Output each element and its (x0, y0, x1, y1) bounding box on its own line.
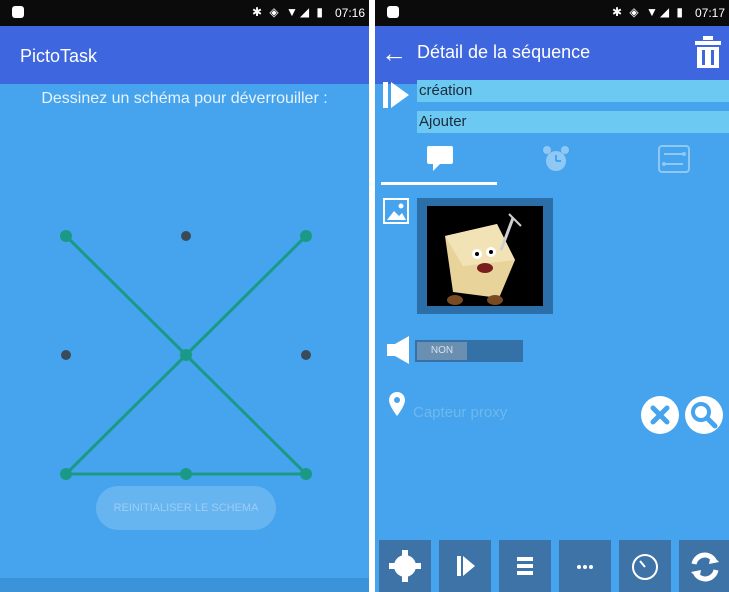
clear-button[interactable] (641, 396, 679, 434)
location-pin-icon (389, 392, 405, 416)
list-button[interactable] (499, 540, 551, 592)
app-bar: PictoTask (0, 26, 369, 84)
app-title: Détail de la séquence (417, 42, 591, 62)
pattern-segment (64, 353, 188, 476)
active-tab-indicator (381, 182, 497, 185)
play-sequence-icon (383, 82, 409, 108)
bottom-toolbar (375, 540, 729, 592)
back-arrow-icon[interactable]: ← (381, 38, 407, 68)
pattern-dot-2[interactable] (181, 231, 191, 241)
more-button[interactable] (559, 540, 611, 592)
pattern-dot-4[interactable] (61, 350, 71, 360)
lock-content: Dessinez un schéma pour déverrouiller : … (0, 84, 369, 592)
timer-icon (632, 554, 658, 580)
pattern-segment (64, 234, 188, 357)
status-bar: ✱ ◈ ▼◢ ▮ 07:16 (0, 0, 369, 26)
image-icon[interactable] (383, 198, 409, 224)
proxy-sensor-input[interactable]: Capteur proxy (413, 404, 507, 421)
speaker-icon (387, 336, 409, 364)
app-title: PictoTask (20, 46, 98, 66)
sound-toggle[interactable]: NON (415, 340, 523, 362)
bottom-strip (0, 578, 369, 592)
pattern-dot-3[interactable] (300, 230, 312, 242)
android-icon (12, 6, 24, 18)
settings-button[interactable] (379, 540, 431, 592)
sequence-picture[interactable] (417, 198, 553, 314)
pattern-dot-9[interactable] (300, 468, 312, 480)
trash-icon[interactable] (695, 36, 721, 70)
app-bar: ← Détail de la séquence (375, 26, 729, 84)
play-icon (457, 556, 475, 576)
pattern-dot-7[interactable] (60, 468, 72, 480)
status-icons: ✱ ◈ ▼◢ ▮ (612, 5, 685, 19)
add-field[interactable]: Ajouter (417, 111, 729, 133)
close-icon (650, 405, 670, 425)
search-icon (691, 402, 718, 429)
play-button[interactable] (439, 540, 491, 592)
android-icon (387, 6, 399, 18)
sequence-detail-screen: ✱ ◈ ▼◢ ▮ 07:17 ← Détail de la séquence c… (375, 0, 729, 592)
toggle-label: NON (417, 342, 467, 360)
pattern-dot-6[interactable] (301, 350, 311, 360)
status-bar: ✱ ◈ ▼◢ ▮ 07:17 (375, 0, 729, 26)
pattern-segment (184, 353, 308, 476)
sequence-name-field[interactable]: création (417, 80, 729, 102)
pattern-segment (184, 234, 308, 357)
cheese-with-fork-image (427, 206, 543, 306)
status-time: 07:17 (694, 6, 725, 20)
more-icon (577, 565, 593, 569)
status-icons: ✱ ◈ ▼◢ ▮ (252, 5, 325, 19)
timer-button[interactable] (619, 540, 671, 592)
status-time: 07:16 (334, 6, 365, 20)
tab-alarm[interactable] (499, 142, 617, 188)
settings-icon (389, 550, 421, 582)
routes-icon (658, 145, 690, 173)
pattern-dot-8[interactable] (180, 468, 192, 480)
search-button[interactable] (685, 396, 723, 434)
list-icon (517, 557, 533, 575)
alarm-clock-icon (543, 146, 569, 171)
lock-screen: ✱ ◈ ▼◢ ▮ 07:16 PictoTask Dessinez un sch… (0, 0, 369, 592)
pattern-dot-1[interactable] (60, 230, 72, 242)
pattern-dot-5[interactable] (180, 349, 192, 361)
refresh-icon (691, 552, 719, 582)
detail-content: création Ajouter NON Capteur proxy (375, 80, 729, 592)
reset-pattern-button[interactable]: REINITIALISER LE SCHEMA (96, 486, 276, 530)
tab-routes[interactable] (617, 142, 729, 188)
message-icon (427, 146, 453, 171)
refresh-button[interactable] (679, 540, 729, 592)
